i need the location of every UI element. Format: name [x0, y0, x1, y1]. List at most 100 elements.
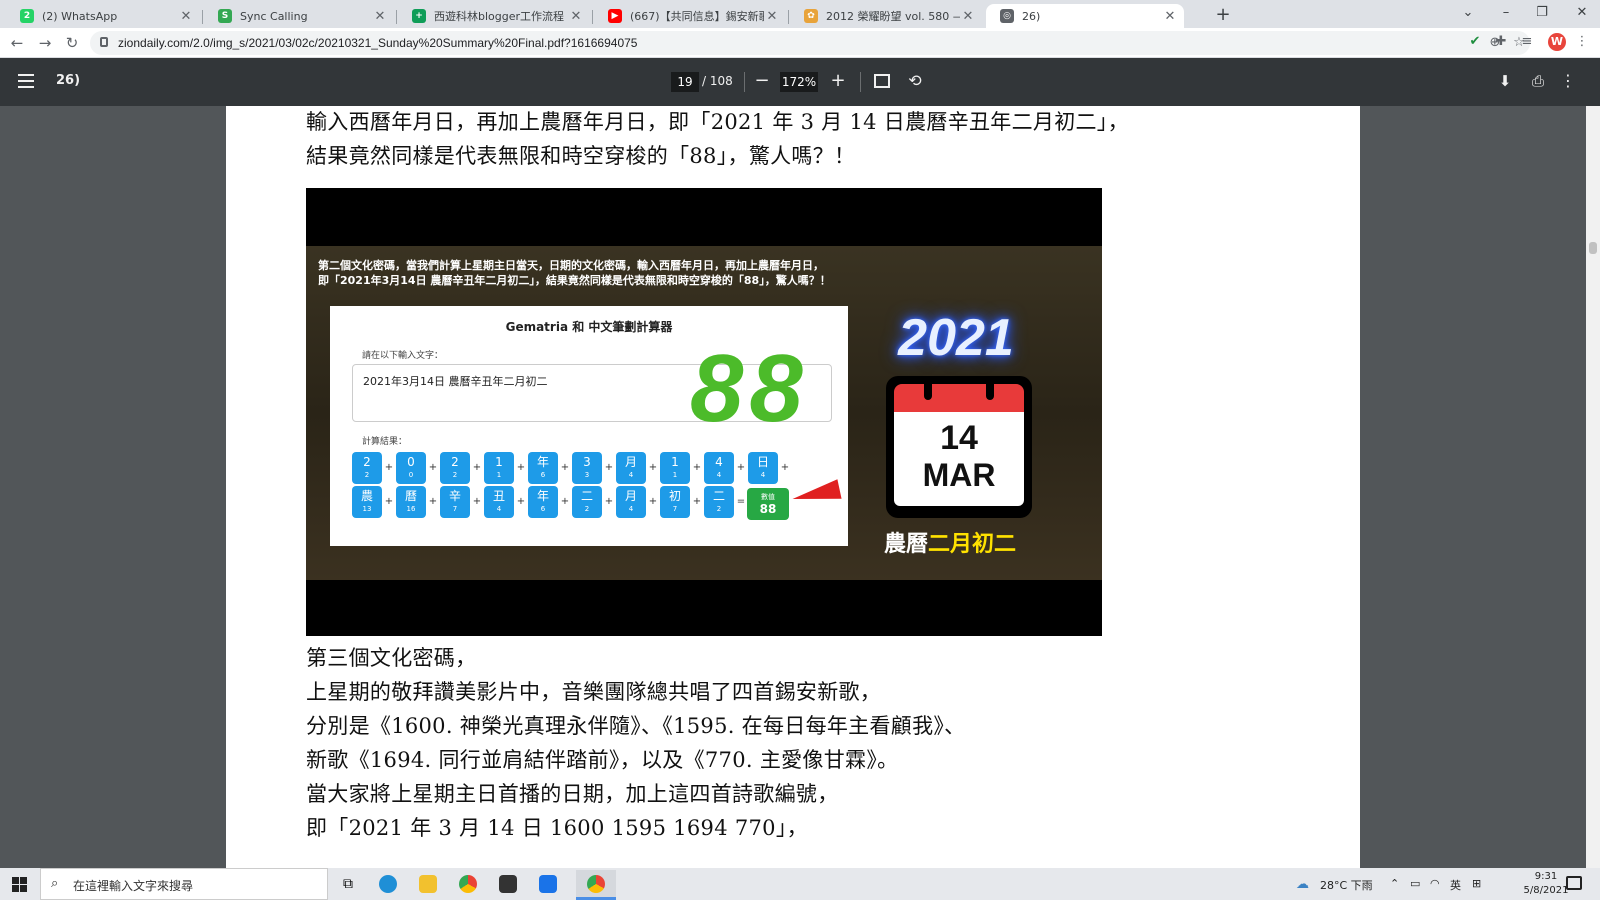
- reload-button[interactable]: ↻: [61, 32, 83, 54]
- ime-indicator[interactable]: 英: [1450, 877, 1461, 893]
- tray-overflow-icon[interactable]: ⌃: [1390, 877, 1399, 890]
- url-text[interactable]: ziondaily.com/2.0/img_s/2021/03/02c/2021…: [118, 36, 637, 50]
- reading-list-icon[interactable]: ≡: [1517, 32, 1537, 52]
- mail-icon[interactable]: [528, 870, 568, 898]
- operator-symbol: +: [472, 462, 482, 473]
- close-tab-icon[interactable]: ✕: [1162, 9, 1178, 24]
- document-line: 即「2021 年 3 月 14 日 1600 1595 1694 770」，: [306, 816, 808, 840]
- chip-value: 2: [584, 505, 590, 513]
- document-line: 結果竟然同樣是代表無限和時空穿梭的「88」，驚人嗎？！: [306, 144, 856, 168]
- browser-tab[interactable]: S Sync Calling ✕: [204, 4, 394, 28]
- chip-value: 2: [716, 505, 722, 513]
- new-tab-button[interactable]: +: [1212, 4, 1234, 26]
- divider: [744, 72, 745, 92]
- tab-title: (667)【共同信息】錫安新歌英文: [630, 10, 764, 23]
- tab-separator: [592, 10, 593, 24]
- calendar-ring: [986, 376, 994, 400]
- big-result-number: 88: [690, 335, 809, 442]
- more-options-icon[interactable]: ⋮: [1560, 70, 1576, 92]
- start-button[interactable]: [0, 868, 40, 900]
- character-chip: 二2: [572, 486, 602, 518]
- address-bar[interactable]: ziondaily.com/2.0/img_s/2021/03/02c/2021…: [90, 31, 1530, 55]
- page-total: / 108: [702, 74, 733, 88]
- edge-icon[interactable]: [368, 870, 408, 898]
- weather-icon[interactable]: ☁: [1296, 877, 1309, 892]
- browser-toolbar: ← → ↻ ziondaily.com/2.0/img_s/2021/03/02…: [0, 28, 1600, 58]
- browser-tab[interactable]: ▶ (667)【共同信息】錫安新歌英文✕: [594, 4, 786, 28]
- taskbar-search[interactable]: ⌕ 在這裡輸入文字來搜尋: [40, 868, 328, 900]
- palette-icon: ✿: [804, 9, 818, 23]
- minimize-button[interactable]: –: [1488, 0, 1524, 28]
- close-tab-icon[interactable]: ✕: [178, 9, 194, 24]
- forward-button[interactable]: →: [34, 32, 56, 54]
- browser-tab[interactable]: ◎ 26) ✕: [986, 4, 1184, 28]
- chip-value: 2: [364, 471, 370, 479]
- zoom-out-button[interactable]: −: [752, 70, 772, 92]
- tab-title: 西遊科林blogger工作流程 - Goo: [434, 10, 568, 23]
- whatsapp-icon: 2: [20, 9, 34, 23]
- rotate-icon[interactable]: ⟲: [904, 70, 926, 92]
- chrome-icon[interactable]: [576, 870, 616, 898]
- neon-year-text: 2021: [898, 309, 1014, 367]
- result-label: 計算結果：: [362, 437, 408, 447]
- battery-icon[interactable]: ▭: [1410, 877, 1420, 890]
- chip-character: 丑: [492, 489, 505, 503]
- close-tab-icon[interactable]: ✕: [764, 9, 780, 24]
- chip-value: 4: [628, 471, 634, 479]
- browser-tab[interactable]: + 西遊科林blogger工作流程 - Goo✕: [398, 4, 590, 28]
- browser-tab[interactable]: ✿ 2012 榮耀盼望 vol. 580 —— 修補✕: [790, 4, 982, 28]
- tab-search-icon[interactable]: ⌄: [1450, 0, 1486, 28]
- operator-symbol: +: [428, 462, 438, 473]
- calculator-input-text: 2021年3月14日 農曆辛丑年二月初二: [363, 375, 548, 388]
- download-icon[interactable]: ⬇: [1494, 70, 1516, 92]
- character-chip: 辛7: [440, 486, 470, 518]
- close-tab-icon[interactable]: ✕: [568, 9, 584, 24]
- operator-symbol: +: [736, 462, 746, 473]
- tab-title: (2) WhatsApp: [42, 9, 118, 23]
- extension-check-icon[interactable]: ✔: [1465, 32, 1485, 52]
- keyboard-icon[interactable]: ⊞: [1472, 877, 1481, 890]
- print-icon[interactable]: ⎙: [1527, 70, 1549, 92]
- extensions-puzzle-icon[interactable]: ✚: [1491, 32, 1511, 52]
- operator-symbol: +: [604, 462, 614, 473]
- chip-value: 13: [362, 505, 372, 513]
- task-view-icon[interactable]: ⧉: [328, 870, 368, 898]
- fit-page-icon[interactable]: [874, 74, 890, 88]
- browser-tab[interactable]: 2 (2) WhatsApp ✕: [6, 4, 200, 28]
- sidebar-menu-icon[interactable]: [18, 74, 34, 88]
- page-number-input[interactable]: 19: [671, 72, 699, 92]
- zoom-level-input[interactable]: 172%: [780, 72, 818, 92]
- back-button[interactable]: ←: [6, 32, 28, 54]
- restore-button[interactable]: ❐: [1524, 0, 1560, 28]
- calculator-title: Gematria 和 中文筆劃計算器: [505, 320, 673, 334]
- slide-caption-line: 即「2021年3月14日 農曆辛丑年二月初二」，結果竟然同樣是代表無限和時空穿梭…: [318, 274, 831, 287]
- vertical-scrollbar[interactable]: [1586, 106, 1600, 868]
- taskbar-search-placeholder: 在這裡輸入文字來搜尋: [73, 879, 194, 893]
- close-tab-icon[interactable]: ✕: [372, 9, 388, 24]
- weather-text[interactable]: 28°C 下雨: [1320, 877, 1373, 893]
- chip-character: 日: [756, 455, 769, 469]
- pdf-toolbar: 26) 19 / 108 − 172% + ⟲ ⬇ ⎙ ⋮: [0, 58, 1600, 106]
- close-tab-icon[interactable]: ✕: [960, 9, 976, 24]
- character-chip: 農 13: [352, 486, 382, 518]
- store-icon[interactable]: [488, 870, 528, 898]
- notification-icon[interactable]: [1566, 876, 1582, 890]
- youtube-icon: ▶: [608, 9, 622, 23]
- browser-menu-icon[interactable]: ⋮: [1572, 32, 1592, 52]
- total-value-chip: 數值 88: [747, 488, 789, 520]
- tab-strip: 2 (2) WhatsApp ✕ S Sync Calling ✕ + 西遊科林blogger…: [0, 0, 1600, 28]
- profile-avatar[interactable]: W: [1548, 33, 1566, 51]
- operator-symbol: +: [604, 496, 614, 507]
- file-explorer-icon[interactable]: [408, 870, 448, 898]
- close-window-button[interactable]: ✕: [1564, 0, 1600, 28]
- zoom-in-button[interactable]: +: [828, 70, 848, 92]
- chip-character: 2: [451, 455, 459, 469]
- scrollbar-thumb[interactable]: [1589, 242, 1597, 254]
- lock-icon[interactable]: [100, 37, 108, 47]
- wifi-icon[interactable]: ◠: [1430, 877, 1440, 890]
- chrome-alt-icon[interactable]: [448, 870, 488, 898]
- character-chip: 44: [704, 452, 734, 484]
- chip-character: 1: [495, 455, 503, 469]
- operator-symbol: +: [560, 462, 570, 473]
- character-chip: 二2: [704, 486, 734, 518]
